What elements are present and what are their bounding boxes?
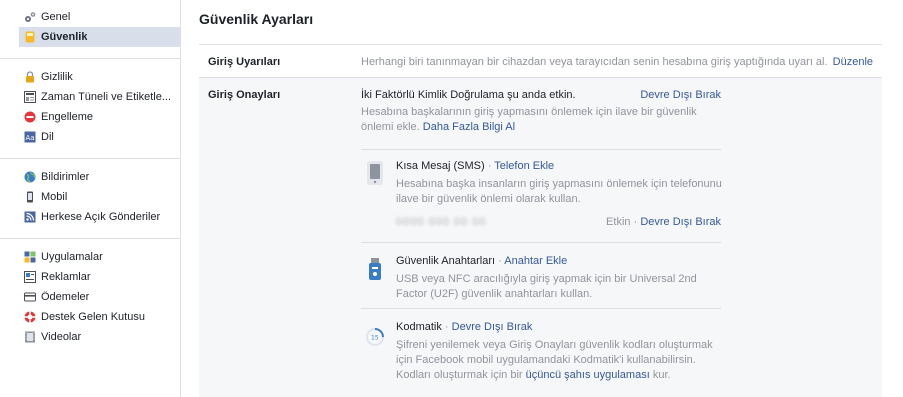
divider [199, 44, 882, 45]
sidebar-item-label: Gizlilik [41, 71, 73, 83]
two-factor-description: Hesabına başkalarının giriş yapmasını ön… [361, 105, 723, 135]
sidebar-item-label: Herkese Açık Gönderiler [41, 211, 161, 223]
svg-text:15: 15 [371, 335, 379, 342]
sidebar-item-label: Uygulamalar [41, 251, 103, 263]
svg-text:Aa: Aa [26, 134, 35, 142]
sidebar-item-label: Engelleme [41, 111, 93, 123]
code-generator-title: Kodmatik [396, 321, 442, 333]
mobile-icon [24, 191, 36, 203]
timeline-icon [24, 91, 36, 103]
sms-method: Kısa Mesaj (SMS) · Telefon Ekle Hesabına… [361, 149, 722, 242]
disable-two-factor-link[interactable]: Devre Dışı Bırak [640, 89, 721, 101]
separator-dot: · [444, 321, 449, 333]
sms-description: Hesabına başka insanların giriş yapmasın… [396, 178, 722, 205]
separator-dot: · [498, 255, 502, 267]
sms-title-line: Kısa Mesaj (SMS) · Telefon Ekle [396, 160, 554, 172]
sidebar-item-dil[interactable]: Aa Dil [0, 127, 180, 147]
sidebar-divider [0, 238, 180, 239]
sidebar-item-bildirimler[interactable]: Bildirimler [0, 167, 180, 187]
sms-state-label: Etkin [606, 216, 631, 228]
login-alerts-edit-link[interactable]: Düzenle [833, 56, 873, 68]
disable-phone-link[interactable]: Devre Dışı Bırak [640, 216, 721, 228]
shield-badge-icon [24, 31, 36, 43]
sidebar-item-engelleme[interactable]: Engelleme [0, 107, 180, 127]
two-factor-status: İki Faktörlü Kimlik Doğrulama şu anda et… [361, 89, 721, 101]
sidebar-item-reklamlar[interactable]: Reklamlar [0, 267, 180, 287]
sms-state: Etkin · Devre Dışı Bırak [606, 216, 721, 228]
two-factor-status-text: İki Faktörlü Kimlik Doğrulama şu anda et… [361, 89, 576, 101]
login-alerts-row[interactable]: Giriş Uyarıları Herhangi biri tanınmayan… [199, 46, 882, 78]
usb-key-icon [365, 257, 385, 281]
sidebar-item-videolar[interactable]: Videolar [0, 327, 180, 347]
sidebar-divider [0, 58, 180, 59]
disable-code-generator-link[interactable]: Devre Dışı Bırak [452, 321, 533, 333]
security-keys-method: Güvenlik Anahtarları · Anahtar Ekle USB … [361, 242, 721, 308]
sidebar-item-odemeler[interactable]: Ödemeler [0, 287, 180, 307]
sidebar-item-label: Mobil [41, 191, 68, 203]
sidebar-item-genel[interactable]: Genel [0, 7, 180, 27]
sidebar-item-label: Zaman Tüneli ve Etiketle... [41, 91, 172, 103]
sidebar-item-mobil[interactable]: Mobil [0, 187, 180, 207]
sidebar-item-herkese-acik[interactable]: Herkese Açık Gönderiler [0, 207, 180, 227]
sms-phone-row: 0000 000 00 00 Etkin · Devre Dışı Bırak [396, 216, 721, 228]
sidebar-item-destek[interactable]: Destek Gelen Kutusu [0, 307, 180, 327]
sidebar-item-label: Dil [41, 131, 54, 143]
separator-dot: · [633, 216, 638, 228]
ads-icon [24, 271, 36, 283]
separator-dot: · [487, 160, 492, 172]
code-generator-icon: 15 [365, 325, 385, 349]
code-generator-method: 15 Kodmatik · Devre Dışı Bırak Şifreni y… [361, 308, 721, 397]
apps-icon [24, 251, 36, 263]
gears-icon [24, 11, 36, 23]
phone-icon [365, 160, 385, 185]
sidebar-item-label: Ödemeler [41, 291, 90, 303]
sidebar-item-gizlilik[interactable]: Gizlilik [0, 67, 180, 87]
sidebar-item-uygulamalar[interactable]: Uygulamalar [0, 247, 180, 267]
settings-sidebar: Genel Güvenlik Gizlilik Zaman Tüneli ve … [0, 0, 181, 397]
sidebar-item-label: Bildirimler [41, 171, 90, 183]
sidebar-item-label: Videolar [41, 331, 82, 343]
payments-icon [24, 291, 36, 303]
sidebar-divider [0, 158, 180, 159]
sidebar-item-label: Destek Gelen Kutusu [41, 311, 145, 323]
page-title: Güvenlik Ayarları [199, 11, 314, 27]
add-key-link[interactable]: Anahtar Ekle [504, 255, 567, 267]
sidebar-item-guvenlik[interactable]: Güvenlik [19, 27, 180, 47]
phone-number: 0000 000 00 00 [396, 216, 487, 228]
security-keys-description: USB veya NFC aracılığıyla giriş yapmak i… [396, 273, 697, 300]
sidebar-item-zaman-tuneli[interactable]: Zaman Tüneli ve Etiketle... [0, 87, 180, 107]
security-keys-title-line: Güvenlik Anahtarları · Anahtar Ekle [396, 255, 567, 267]
code-generator-description: Şifreni yenilemek veya Giriş Onayları gü… [396, 338, 726, 383]
language-icon: Aa [24, 131, 36, 143]
globe-icon [24, 171, 36, 183]
sidebar-item-label: Reklamlar [41, 271, 91, 283]
third-party-app-link[interactable]: üçüncü şahıs uygulaması [526, 369, 650, 381]
rss-icon [24, 211, 36, 223]
code-generator-description-end: kur. [652, 369, 671, 381]
two-factor-description-text: Hesabına başkalarının giriş yapmasını ön… [361, 106, 697, 133]
film-icon [24, 331, 36, 343]
sms-title: Kısa Mesaj (SMS) [396, 160, 485, 172]
block-icon [24, 111, 36, 123]
login-approvals-section: Giriş Onayları İki Faktörlü Kimlik Doğru… [199, 78, 882, 397]
security-keys-title: Güvenlik Anahtarları [396, 255, 496, 267]
login-alerts-label: Giriş Uyarıları [208, 56, 281, 68]
login-approvals-label: Giriş Onayları [208, 89, 281, 101]
security-settings-panel: Güvenlik Ayarları Giriş Uyarıları Herhan… [181, 0, 903, 397]
sidebar-item-label: Genel [41, 11, 71, 23]
sidebar-item-label: Güvenlik [41, 31, 88, 43]
add-phone-link[interactable]: Telefon Ekle [494, 160, 554, 172]
lifebuoy-icon [24, 311, 36, 323]
code-generator-title-line: Kodmatik · Devre Dışı Bırak [396, 321, 532, 333]
lock-icon [24, 71, 36, 83]
login-alerts-description: Herhangi biri tanınmayan bir cihazdan ve… [361, 56, 828, 68]
learn-more-link[interactable]: Daha Fazla Bilgi Al [423, 121, 515, 133]
